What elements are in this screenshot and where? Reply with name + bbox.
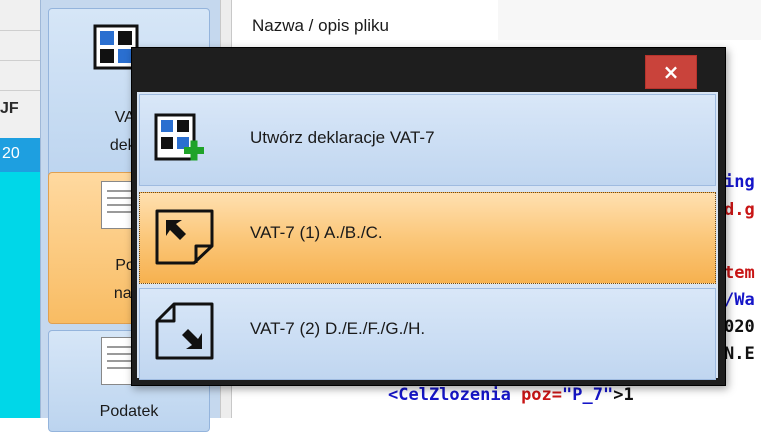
grid-selected-column [0, 138, 40, 418]
close-icon: × [662, 60, 680, 84]
menu-item-vat7-part2[interactable]: VAT-7 (2) D./E./F./G./H. [139, 288, 716, 380]
code-fragment: ing [724, 172, 755, 192]
arrow-up-left-icon [155, 209, 214, 265]
menu-item-label: VAT-7 (1) A./B./C. [250, 223, 383, 242]
arrow-down-right-icon [155, 302, 214, 360]
side-button-label: Podatek [99, 403, 159, 420]
xml-rest: >1 [613, 385, 634, 405]
create-declaration-icon [154, 113, 204, 161]
code-fragment: N.E [724, 344, 755, 364]
column-header-label: Nazwa / opis pliku [252, 16, 390, 35]
menu-item-vat7-part1[interactable]: VAT-7 (1) A./B./C. [139, 192, 716, 284]
menu-item-label: VAT-7 (2) D./E./F./G./H. [250, 319, 426, 338]
menu-item-label: Utwórz deklaracje VAT-7 [250, 128, 435, 147]
grid-header-code: JF [0, 100, 19, 117]
xml-attr: poz= [510, 385, 563, 405]
xml-tag: <CelZlozenia [388, 385, 511, 405]
menu-item-create-declaration[interactable]: Utwórz deklaracje VAT-7 [139, 94, 716, 186]
code-fragment: 020 [724, 317, 755, 337]
grid-row-text: 20 [2, 145, 20, 162]
code-fragment: d.g [724, 200, 755, 220]
code-fragment: /Wa [724, 290, 755, 310]
code-fragment: tem [724, 263, 755, 283]
code-line-celzlozenia: <CelZlozenia poz="P_7">1 [388, 385, 634, 405]
header-filler [498, 0, 761, 40]
xml-value: "P_7" [562, 385, 614, 405]
close-button[interactable]: × [645, 55, 697, 89]
